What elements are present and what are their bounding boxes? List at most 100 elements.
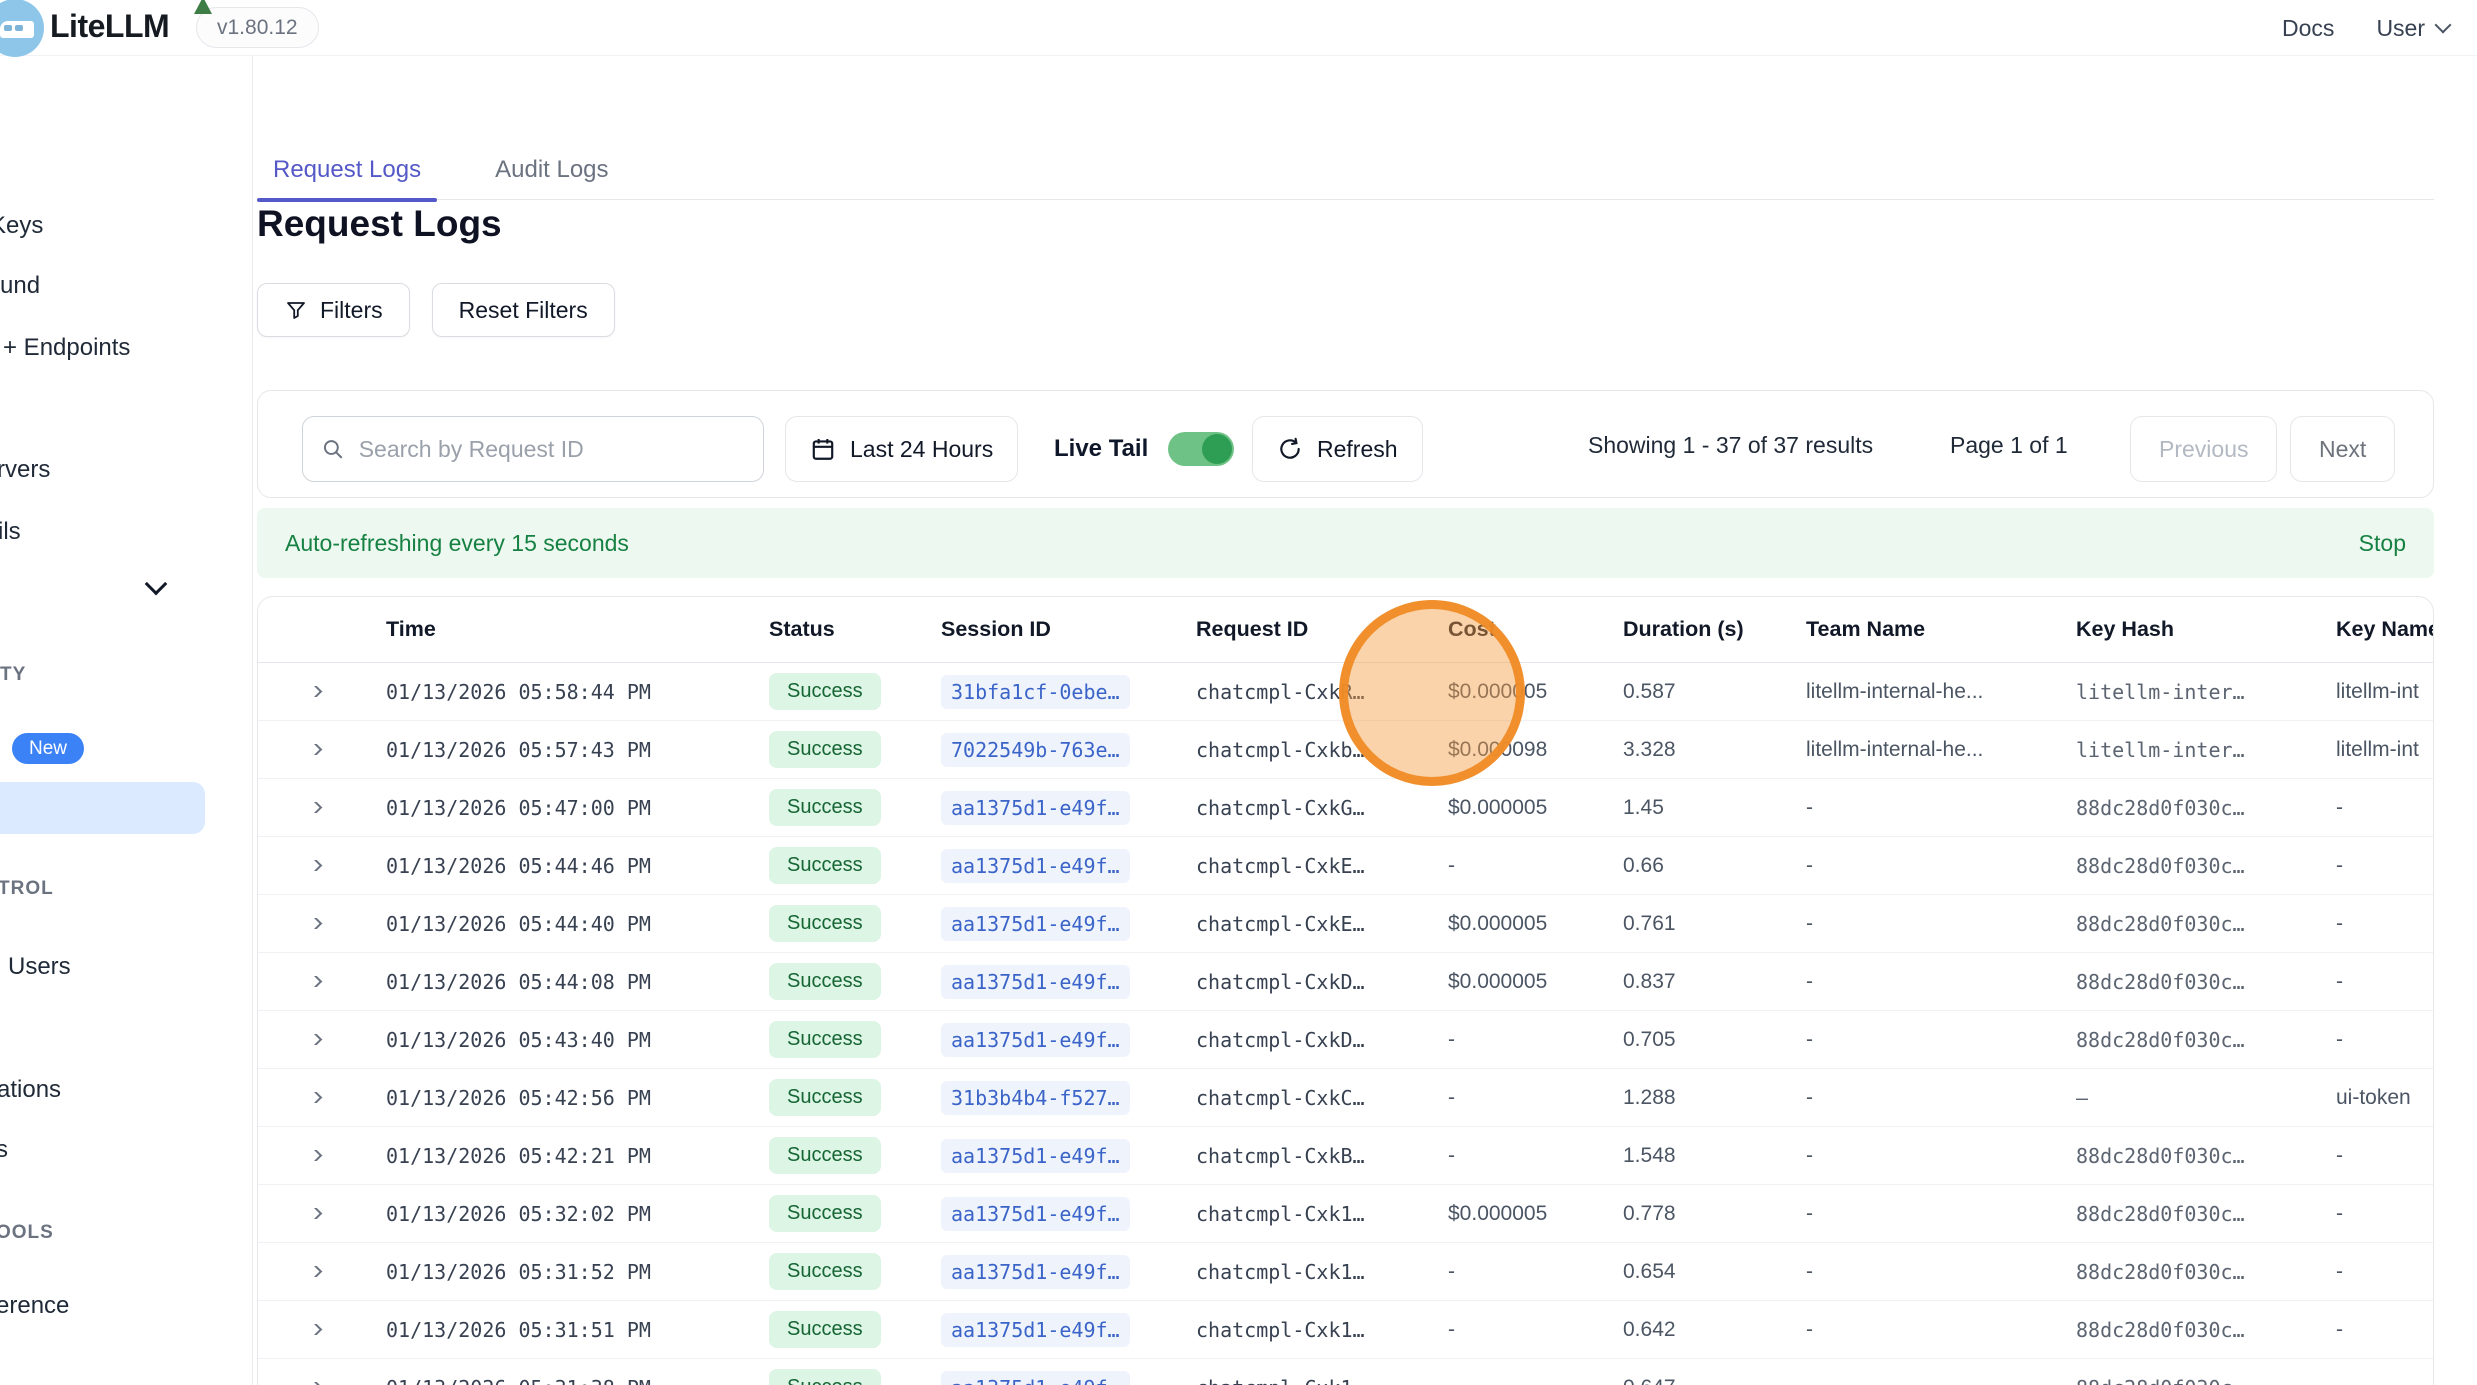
next-page-button[interactable]: Next bbox=[2290, 416, 2395, 482]
expand-row-chevron-icon[interactable] bbox=[306, 1092, 322, 1103]
status-badge: Success bbox=[769, 1311, 881, 1348]
expand-row-chevron-icon[interactable] bbox=[306, 1266, 322, 1277]
page-title: Request Logs bbox=[257, 203, 502, 245]
row-expand-cell bbox=[258, 976, 370, 987]
page-indicator: Page 1 of 1 bbox=[1950, 391, 2068, 499]
cell-session-id: aa1375d1-e49f… bbox=[925, 1197, 1180, 1231]
sidebar-item-api-reference[interactable]: erence bbox=[0, 1292, 69, 1320]
session-id-link[interactable]: aa1375d1-e49f… bbox=[941, 907, 1130, 941]
time-range-button[interactable]: Last 24 Hours bbox=[785, 416, 1018, 482]
sidebar-item-users[interactable]: Users bbox=[8, 953, 71, 981]
cell-key-hash: 88dc28d0f030c… bbox=[2060, 1144, 2320, 1168]
header-status: Status bbox=[753, 617, 925, 642]
session-id-link[interactable]: 7022549b-763e… bbox=[941, 733, 1130, 767]
cell-request-id: chatcmpl-Cxk1… bbox=[1180, 1376, 1432, 1385]
expand-row-chevron-icon[interactable] bbox=[306, 1034, 322, 1045]
tab-request-logs[interactable]: Request Logs bbox=[257, 140, 437, 200]
session-id-link[interactable]: aa1375d1-e49f… bbox=[941, 1023, 1130, 1057]
expand-row-chevron-icon[interactable] bbox=[306, 1150, 322, 1161]
stop-auto-refresh-link[interactable]: Stop bbox=[2359, 530, 2406, 557]
session-id-link[interactable]: 31bfa1cf-0ebe… bbox=[941, 675, 1130, 709]
status-badge: Success bbox=[769, 1253, 881, 1290]
sidebar-collapse-chevron-icon[interactable] bbox=[145, 573, 168, 596]
sidebar-item-guardrails[interactable]: ils bbox=[0, 518, 21, 546]
expand-row-chevron-icon[interactable] bbox=[306, 744, 322, 755]
session-id-link[interactable]: aa1375d1-e49f… bbox=[941, 1139, 1130, 1173]
expand-row-chevron-icon[interactable] bbox=[306, 686, 322, 697]
header-team-name: Team Name bbox=[1790, 617, 2060, 642]
previous-page-button[interactable]: Previous bbox=[2130, 416, 2277, 482]
sidebar-nav: Keys und + Endpoints rvers ils TY New TR… bbox=[0, 56, 253, 1385]
user-menu[interactable]: User bbox=[2376, 15, 2449, 42]
table-body: 01/13/2026 05:58:44 PMSuccess31bfa1cf-0e… bbox=[258, 663, 2433, 1385]
cell-session-id: aa1375d1-e49f… bbox=[925, 1139, 1180, 1173]
search-input[interactable] bbox=[359, 436, 745, 463]
expand-row-chevron-icon[interactable] bbox=[306, 1324, 322, 1335]
docs-link[interactable]: Docs bbox=[2282, 15, 2334, 42]
calendar-icon bbox=[810, 436, 836, 462]
cell-time: 01/13/2026 05:43:40 PM bbox=[370, 1028, 753, 1052]
cell-duration: 0.761 bbox=[1607, 912, 1790, 936]
session-id-link[interactable]: aa1375d1-e49f… bbox=[941, 1197, 1130, 1231]
session-id-link[interactable]: aa1375d1-e49f… bbox=[941, 965, 1130, 999]
header-time: Time bbox=[370, 617, 753, 642]
reset-filters-button[interactable]: Reset Filters bbox=[432, 283, 615, 337]
sidebar-item-models-endpoints[interactable]: + Endpoints bbox=[3, 334, 130, 362]
cell-session-id: 7022549b-763e… bbox=[925, 733, 1180, 767]
time-range-label: Last 24 Hours bbox=[850, 436, 993, 463]
cell-cost: - bbox=[1432, 1028, 1607, 1052]
row-expand-cell bbox=[258, 1266, 370, 1277]
sidebar-item-servers[interactable]: rvers bbox=[0, 456, 50, 484]
cell-time: 01/13/2026 05:47:00 PM bbox=[370, 796, 753, 820]
sidebar-item-teams[interactable]: s bbox=[0, 1136, 8, 1164]
session-id-link[interactable]: aa1375d1-e49f… bbox=[941, 1371, 1130, 1385]
status-badge: Success bbox=[769, 847, 881, 884]
table-row: 01/13/2026 05:42:56 PMSuccess31b3b4b4-f5… bbox=[258, 1069, 2433, 1127]
cell-cost: - bbox=[1432, 1144, 1607, 1168]
row-expand-cell bbox=[258, 1092, 370, 1103]
cell-request-id: chatcmpl-CxkG… bbox=[1180, 796, 1432, 820]
live-tail-toggle[interactable] bbox=[1168, 432, 1234, 466]
cell-request-id: chatcmpl-CxkR… bbox=[1180, 680, 1432, 704]
header-request-id: Request ID bbox=[1180, 617, 1432, 642]
table-row: 01/13/2026 05:44:46 PMSuccessaa1375d1-e4… bbox=[258, 837, 2433, 895]
cell-time: 01/13/2026 05:31:38 PM bbox=[370, 1376, 753, 1385]
cell-cost: - bbox=[1432, 1260, 1607, 1284]
cell-key-name: - bbox=[2320, 1318, 2434, 1342]
cell-session-id: aa1375d1-e49f… bbox=[925, 965, 1180, 999]
cell-team-name: - bbox=[1790, 912, 2060, 936]
cell-key-name: - bbox=[2320, 970, 2434, 994]
expand-row-chevron-icon[interactable] bbox=[306, 1208, 322, 1219]
funnel-icon bbox=[284, 298, 308, 322]
sidebar-item-keys[interactable]: Keys bbox=[0, 212, 43, 240]
filters-button[interactable]: Filters bbox=[257, 283, 410, 337]
toggle-knob bbox=[1202, 434, 1232, 464]
cell-duration: 0.654 bbox=[1607, 1260, 1790, 1284]
cell-request-id: chatcmpl-CxkE… bbox=[1180, 854, 1432, 878]
auto-refresh-text: Auto-refreshing every 15 seconds bbox=[285, 530, 629, 557]
table-header-row: TimeStatusSession IDRequest IDCostDurati… bbox=[258, 597, 2433, 663]
cell-key-name: - bbox=[2320, 1144, 2434, 1168]
tab-audit-logs[interactable]: Audit Logs bbox=[479, 140, 624, 200]
new-badge: New bbox=[12, 733, 84, 764]
expand-row-chevron-icon[interactable] bbox=[306, 976, 322, 987]
refresh-button-label: Refresh bbox=[1317, 436, 1398, 463]
session-id-link[interactable]: 31b3b4b4-f527… bbox=[941, 1081, 1130, 1115]
sidebar-item-playground[interactable]: und bbox=[0, 272, 40, 300]
sidebar-item-organizations[interactable]: ations bbox=[0, 1076, 61, 1104]
cell-time: 01/13/2026 05:44:40 PM bbox=[370, 912, 753, 936]
session-id-link[interactable]: aa1375d1-e49f… bbox=[941, 1255, 1130, 1289]
cell-team-name: - bbox=[1790, 970, 2060, 994]
session-id-link[interactable]: aa1375d1-e49f… bbox=[941, 791, 1130, 825]
refresh-button[interactable]: Refresh bbox=[1252, 416, 1423, 482]
status-badge: Success bbox=[769, 1369, 881, 1385]
session-id-link[interactable]: aa1375d1-e49f… bbox=[941, 1313, 1130, 1347]
cell-cost: $0.000005 bbox=[1432, 970, 1607, 994]
sidebar-item-logs-active[interactable] bbox=[0, 782, 205, 834]
cell-cost: $0.000098 bbox=[1432, 738, 1607, 762]
expand-row-chevron-icon[interactable] bbox=[306, 860, 322, 871]
expand-row-chevron-icon[interactable] bbox=[306, 918, 322, 929]
expand-row-chevron-icon[interactable] bbox=[306, 802, 322, 813]
session-id-link[interactable]: aa1375d1-e49f… bbox=[941, 849, 1130, 883]
cell-team-name: - bbox=[1790, 1376, 2060, 1385]
